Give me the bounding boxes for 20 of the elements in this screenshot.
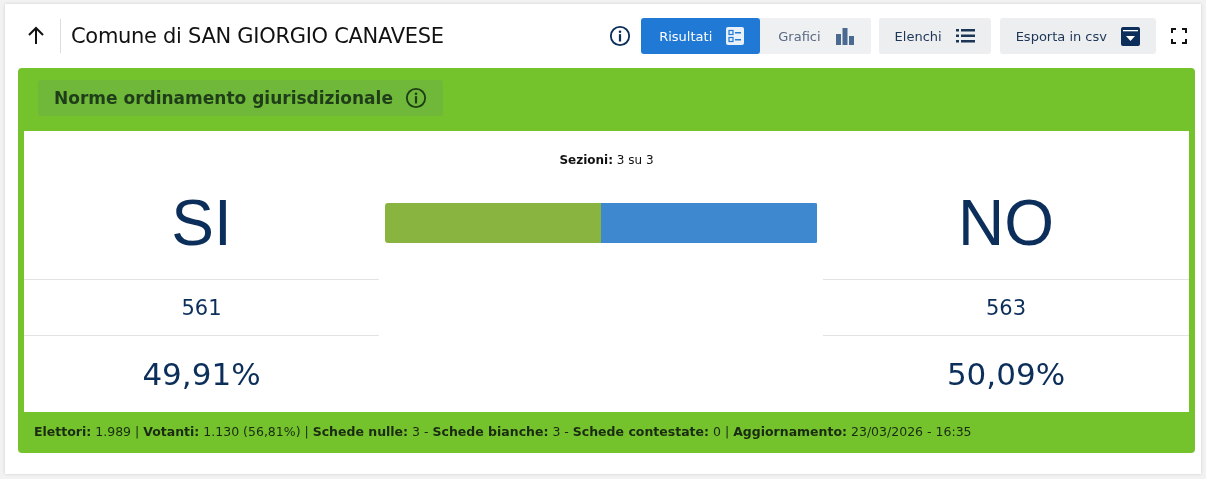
page-title: Comune di SAN GIORGIO CANAVESE: [71, 24, 445, 48]
fullscreen-icon[interactable]: [1171, 28, 1187, 44]
export-button[interactable]: Esporta in csv: [999, 18, 1156, 54]
download-box-icon: [1121, 26, 1140, 46]
view-tab[interactable]: Risultati: [641, 18, 761, 54]
up-arrow-icon[interactable]: [26, 26, 46, 46]
vote-percent: 50,09%: [945, 355, 1067, 394]
option-label: SI: [24, 167, 379, 280]
list-button[interactable]: Elenchi: [878, 18, 991, 54]
vote-percent: 49,91%: [141, 355, 262, 394]
vote-count: 561: [24, 280, 379, 336]
bar-chart-icon: [834, 27, 855, 45]
sections-count: Sezioni: 3 su 3: [558, 152, 655, 167]
list-icon: [955, 29, 975, 43]
vote-count: 563: [823, 280, 1189, 336]
panel-title: Norme ordinamento giurisdizionale: [54, 88, 393, 108]
checklist-icon: [726, 27, 745, 45]
info-icon[interactable]: [609, 25, 632, 47]
summary-text: Elettori: 1.989 | Votanti: 1.130 (56,81%) | Schede nulle: 3 - Schede bianche: 3 - Schede contestate: 0 | Aggiornamento: 23/03/2026 - 16:35: [33, 423, 973, 441]
option-label: NO: [823, 167, 1189, 280]
